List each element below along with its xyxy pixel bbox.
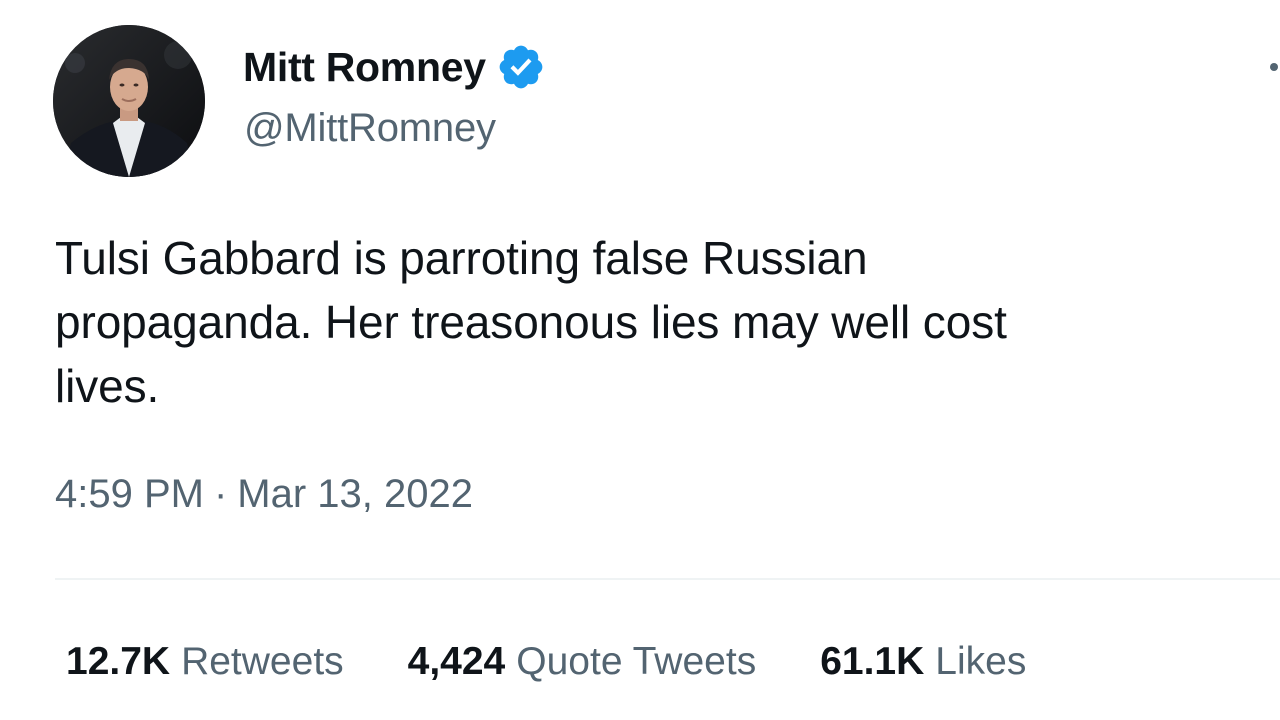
tweet-date[interactable]: Mar 13, 2022: [237, 472, 473, 517]
tweet-page: Mitt Romney @MittRomney Tulsi Gabbard is…: [0, 0, 1280, 720]
more-options-icon[interactable]: [1270, 63, 1278, 71]
likes-label: Likes: [935, 640, 1027, 683]
timestamp-separator: ·: [213, 472, 228, 516]
avatar[interactable]: [53, 25, 205, 177]
author-name-row[interactable]: Mitt Romney: [243, 40, 546, 94]
quote-tweets-count: 4,424: [407, 640, 506, 683]
engagement-stats: 12.7K Retweets 4,424 Quote Tweets 61.1K …: [66, 640, 1026, 684]
quote-tweets-stat[interactable]: 4,424 Quote Tweets: [408, 640, 757, 684]
author-handle[interactable]: @MittRomney: [244, 106, 496, 151]
author-display-name[interactable]: Mitt Romney: [243, 44, 486, 91]
retweets-label: Retweets: [181, 640, 344, 683]
likes-count: 61.1K: [820, 640, 925, 683]
likes-stat[interactable]: 61.1K Likes: [820, 640, 1026, 684]
retweets-count: 12.7K: [66, 640, 171, 683]
tweet-time[interactable]: 4:59 PM: [55, 472, 204, 517]
divider: [55, 578, 1280, 580]
retweets-stat[interactable]: 12.7K Retweets: [66, 640, 344, 684]
avatar-image: [53, 25, 205, 177]
tweet-text: Tulsi Gabbard is parroting false Russian…: [55, 232, 1007, 412]
verified-badge-icon: [496, 42, 546, 92]
quote-tweets-label: Quote Tweets: [516, 640, 757, 683]
tweet-timestamp[interactable]: 4:59 PM · Mar 13, 2022: [55, 472, 473, 517]
